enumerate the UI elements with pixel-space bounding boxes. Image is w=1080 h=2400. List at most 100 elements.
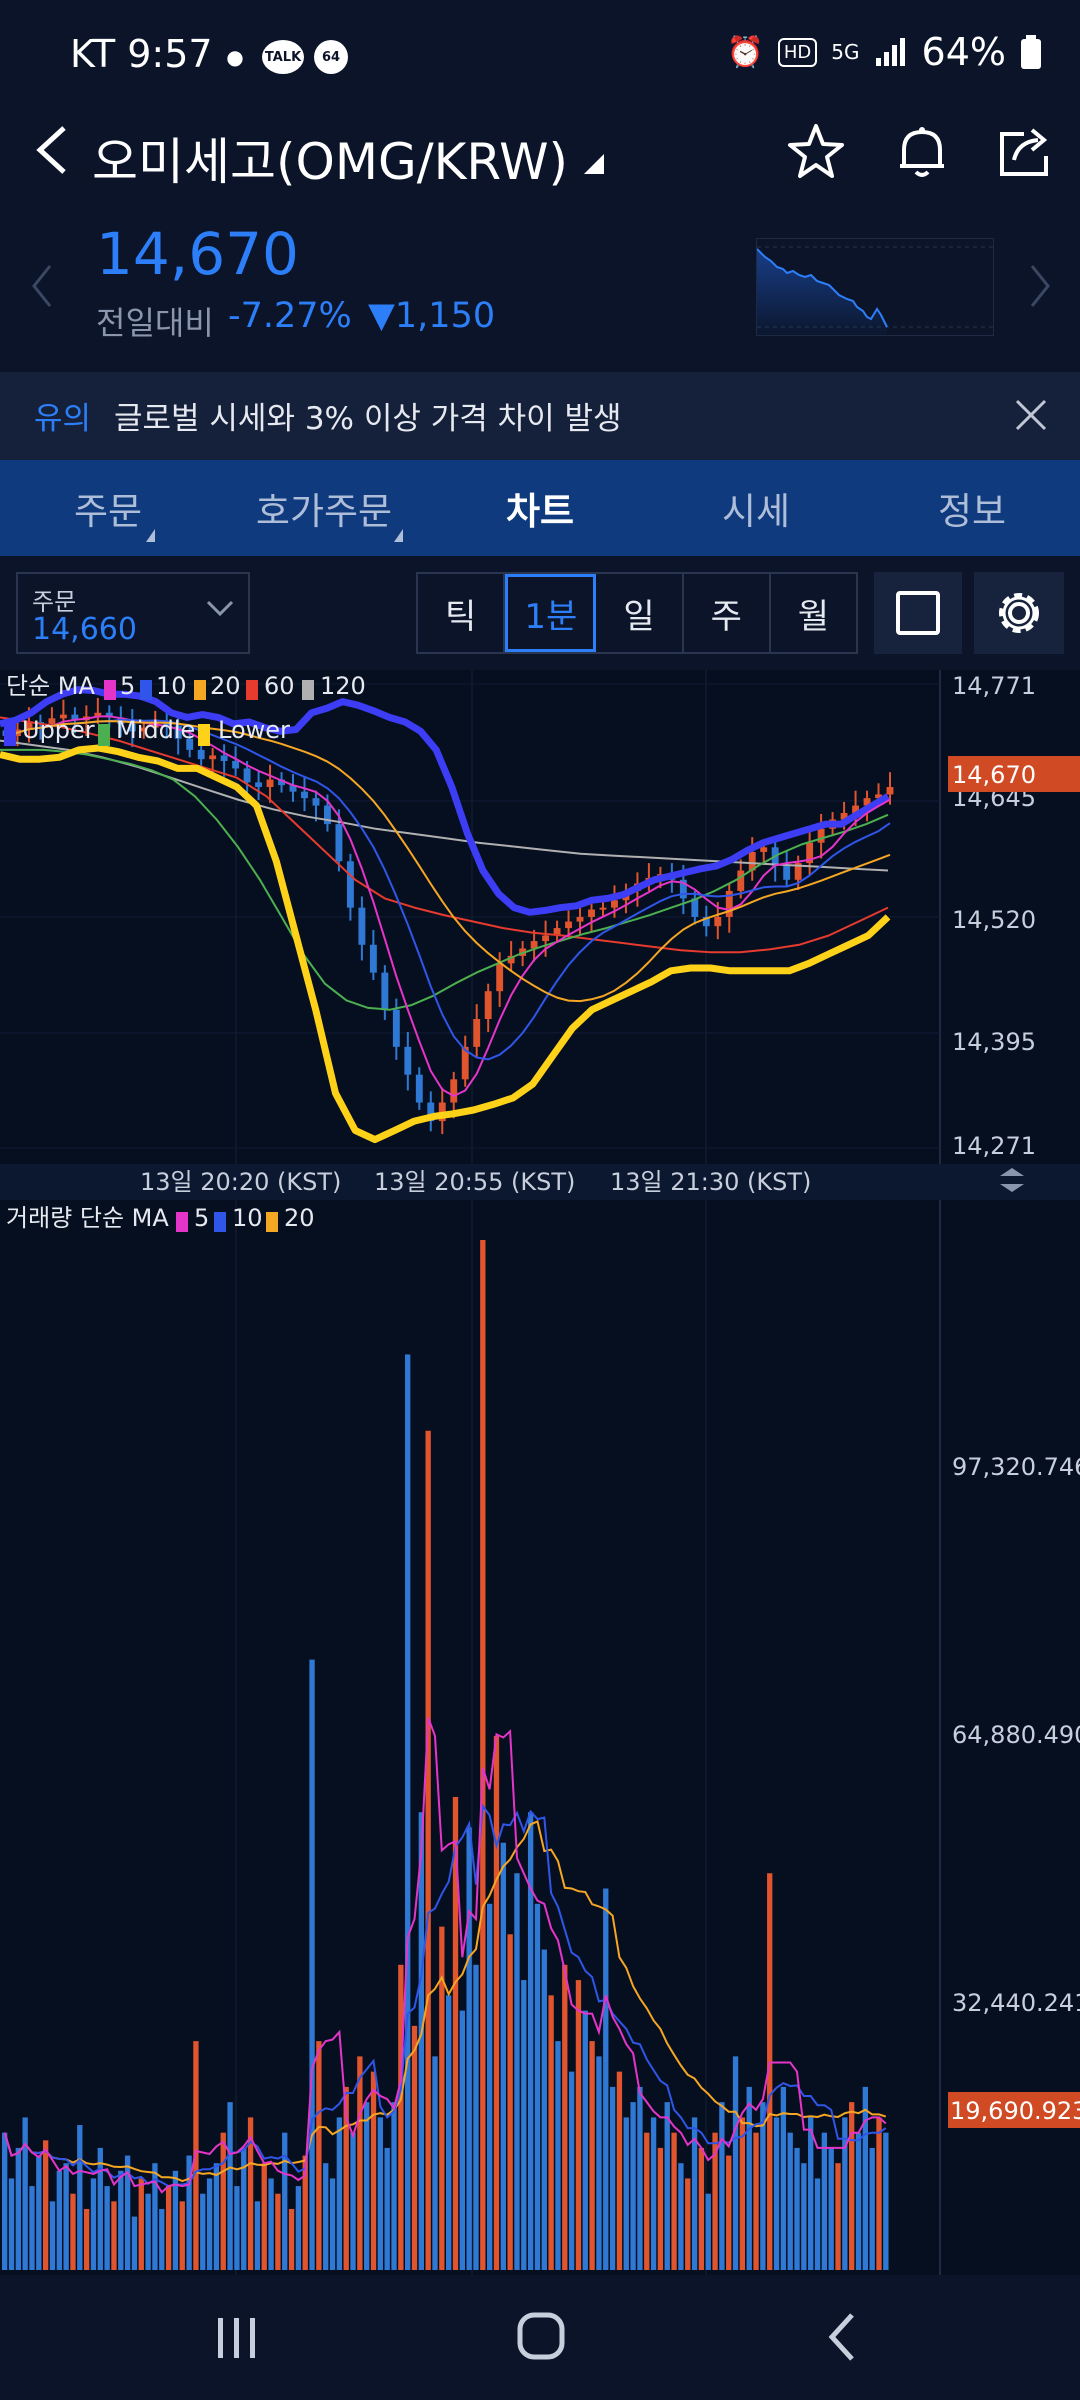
chevron-left-icon[interactable] [30, 262, 54, 310]
volume-bar-16 [111, 2201, 117, 2270]
volume-bar-61 [418, 1812, 425, 2270]
ma20-swatch [194, 680, 206, 700]
volume-bar-24 [165, 2186, 172, 2270]
volume-bar-62 [425, 1430, 431, 2270]
battery-percent: 64% [921, 30, 1006, 74]
volume-bar-120 [821, 2132, 828, 2270]
bb-middle-swatch [98, 724, 110, 746]
vol-ma10-swatch [214, 1212, 226, 1232]
volume-bar-88 [603, 1888, 609, 2270]
star-icon[interactable] [784, 120, 848, 184]
change-label: 전일대비 [96, 304, 214, 342]
volume-bar-56 [384, 2147, 390, 2270]
tab-quote-order[interactable]: 호가주문 [216, 460, 432, 556]
volume-bar-51 [350, 2132, 356, 2270]
volume-bar-21 [145, 2193, 151, 2270]
volume-bar-14 [97, 2147, 103, 2270]
volume-bar-77 [527, 1812, 534, 2270]
volume-bar-11 [77, 2125, 83, 2270]
volume-bar-105 [719, 2102, 725, 2270]
back-icon[interactable] [28, 120, 78, 180]
volume-bar-26 [179, 2201, 185, 2270]
candle-body-31 [358, 907, 366, 945]
volume-bar-119 [814, 2178, 821, 2270]
tab-market[interactable]: 시세 [648, 460, 864, 556]
page-title[interactable]: 오미세고(OMG/KRW) [92, 122, 568, 194]
chart-area[interactable]: 단순 MA 5 10 20 60 120 Upper Middle Lower … [0, 670, 1080, 2275]
volume-bar-55 [377, 2117, 384, 2270]
volume-bar-123 [842, 2117, 848, 2270]
candle-body-29 [335, 824, 343, 862]
volume-bar-layer [2, 1240, 889, 2270]
volume-bar-79 [541, 1949, 547, 2270]
price-tick-4: 14,271 [952, 1132, 1036, 1160]
volume-bar-70 [480, 1240, 486, 2270]
volume-bar-85 [582, 2010, 588, 2270]
mini-price-chart[interactable] [756, 238, 994, 336]
interval-tick[interactable]: 틱 [418, 574, 506, 652]
interval-day[interactable]: 일 [596, 574, 684, 652]
change-amount: ▼1,150 [368, 296, 496, 336]
ma10-swatch [140, 680, 152, 700]
title-caret-icon[interactable] [582, 152, 606, 176]
volume-bar-118 [808, 2117, 814, 2270]
home-icon[interactable] [512, 2310, 572, 2364]
interval-1min[interactable]: 1분 [505, 574, 597, 652]
volume-bar-59 [405, 1354, 411, 2270]
tab-info[interactable]: 정보 [864, 460, 1080, 556]
volume-bar-103 [705, 2193, 711, 2270]
ma5-label: 5 [120, 672, 135, 700]
ma20-label: 20 [210, 672, 241, 700]
chart-settings-button[interactable] [974, 572, 1064, 654]
volume-bar-43 [295, 2186, 302, 2270]
ma10-label: 10 [156, 672, 187, 700]
alarm-icon: ⏰ [726, 34, 764, 70]
share-icon[interactable] [994, 120, 1058, 184]
volume-bar-60 [411, 2025, 418, 2270]
volume-bar-38 [261, 2163, 267, 2270]
volume-bar-29 [200, 2193, 206, 2270]
close-icon[interactable] [1014, 398, 1048, 432]
chevron-right-icon[interactable] [1028, 262, 1052, 310]
recents-icon[interactable] [212, 2312, 262, 2362]
volume-bar-7 [49, 2201, 56, 2270]
interval-week[interactable]: 주 [684, 574, 771, 652]
bb-upper-label: Upper [22, 716, 95, 744]
volume-bar-80 [548, 1995, 554, 2270]
tab-order[interactable]: 주문 [0, 460, 216, 556]
fullscreen-button[interactable] [874, 572, 962, 654]
chevron-down-icon[interactable] [206, 598, 234, 618]
bell-icon[interactable] [890, 120, 954, 184]
volume-bar-117 [801, 2163, 807, 2270]
talk-label: TALK [264, 49, 302, 65]
bb-lower-label: Lower [218, 716, 290, 744]
volume-bar-12 [83, 2208, 90, 2270]
tab-chart[interactable]: 차트 [432, 460, 648, 556]
candle-body-71 [817, 828, 825, 843]
volume-bar-90 [616, 2071, 623, 2270]
price-tick-3: 14,395 [952, 1028, 1036, 1056]
tab-chart-label: 차트 [505, 490, 575, 533]
volume-bar-86 [589, 2041, 595, 2270]
volume-bar-17 [118, 2170, 124, 2270]
vol-ma20-swatch [266, 1212, 278, 1232]
status-right: ⏰ HD 5G 64% [727, 30, 1042, 74]
candle-body-36 [415, 1074, 423, 1103]
tab-bar: 주문 호가주문 차트 시세 정보 [0, 460, 1080, 556]
candle-body-18 [209, 755, 217, 760]
volume-bar-9 [63, 2163, 69, 2270]
price-and-volume-chart[interactable]: 단순 MA 5 10 20 60 120 Upper Middle Lower … [0, 670, 1080, 2275]
volume-bar-71 [486, 1903, 493, 2270]
volume-bar-129 [883, 2132, 889, 2270]
interval-month[interactable]: 월 [771, 574, 856, 652]
current-price-tag-label: 14,670 [952, 761, 1036, 789]
5g-icon: 5G [831, 40, 860, 64]
candle-body-47 [542, 935, 550, 942]
candle-body-64 [737, 870, 745, 891]
volume-bar-3 [22, 2117, 28, 2270]
candle-body-43 [496, 963, 504, 992]
volume-bar-49 [336, 2117, 343, 2270]
talk-icon: TALK [262, 40, 304, 74]
change-percent: -7.27% [228, 296, 352, 336]
nav-back-icon[interactable] [822, 2310, 862, 2364]
